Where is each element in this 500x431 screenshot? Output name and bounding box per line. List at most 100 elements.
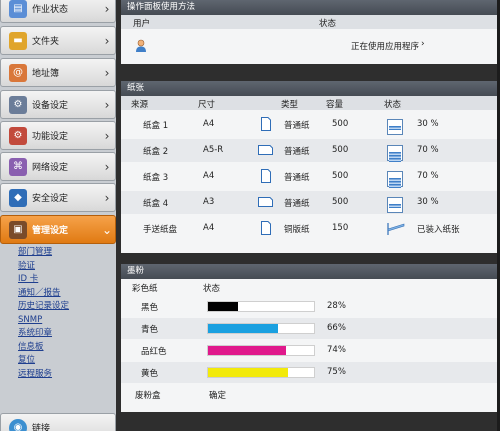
submenu-link-system-stamp[interactable]: 系统印章 [0, 327, 116, 341]
tray-status: 70 % [417, 171, 439, 181]
table-row: 青色 66% [121, 318, 500, 339]
paper-level-icon [387, 171, 403, 188]
table-row: 纸盒 1 A4 普通纸 500 30 % [121, 113, 500, 136]
sidebar-item-link[interactable]: ◉ 链接 [0, 413, 116, 431]
tray-status: 70 % [417, 145, 439, 155]
folder-icon: ▬ [9, 31, 27, 50]
paper-level-icon [387, 119, 403, 135]
toner-table: 彩色纸 状态 黑色 28% 青色 66% 品红色 74% 黄色 75% 废粉盒 … [121, 279, 500, 412]
submenu-link-department[interactable]: 部门管理 [0, 246, 116, 260]
column-header-color: 彩色纸 [132, 284, 158, 294]
tray-type: 铜版纸 [284, 225, 310, 235]
toner-level-fill [208, 324, 278, 333]
paper-column-header-row: 来源 尺寸 类型 容量 状态 [121, 96, 500, 110]
sidebar-item-label: 链接 [32, 424, 51, 431]
paper-portrait-icon [261, 117, 271, 131]
table-row: 废粉盒 确定 [121, 384, 500, 405]
tray-capacity: 150 [332, 223, 349, 233]
toner-level-bar [207, 301, 315, 312]
tray-status: 30 % [417, 119, 439, 129]
submenu-link-reset[interactable]: 复位 [0, 354, 116, 368]
toner-level-fill [208, 302, 238, 311]
column-header-capacity: 容量 [326, 100, 344, 110]
sidebar-item-device-settings[interactable]: ⚙ 设备设定 › [0, 90, 116, 119]
function-settings-icon: ⚙ [9, 126, 27, 145]
table-row: 黑色 28% [121, 296, 500, 317]
tray-type: 普通纸 [284, 199, 310, 209]
table-row: 手送纸盘 A4 铜版纸 150 已装入纸张 [121, 217, 500, 240]
paper-landscape-icon [258, 197, 273, 207]
column-header-type: 类型 [281, 100, 299, 110]
usage-row: 正在使用应用程序 › [121, 29, 500, 62]
column-header-status: 状态 [319, 19, 337, 29]
sidebar-item-label: 地址簿 [32, 69, 60, 79]
toner-name: 青色 [141, 325, 159, 335]
usage-status-text: 正在使用应用程序 [351, 42, 420, 52]
sidebar-item-job-status[interactable]: ▤ 作业状态 › [0, 0, 116, 23]
paper-portrait-icon [261, 169, 271, 183]
paper-level-icon [387, 145, 403, 162]
sidebar-item-function-settings[interactable]: ⚙ 功能设定 › [0, 121, 116, 150]
address-book-icon: @ [9, 63, 27, 82]
tray-source: 手送纸盘 [143, 225, 178, 235]
device-settings-icon: ⚙ [9, 95, 27, 114]
tray-source: 纸盒 2 [143, 147, 169, 157]
sidebar-item-network-settings[interactable]: ⌘ 网络设定 › [0, 152, 116, 181]
chevron-right-icon: › [104, 33, 110, 48]
panel-title: 墨粉 [121, 264, 500, 279]
sidebar-item-label: 功能设定 [32, 132, 69, 142]
sidebar-item-label: 文件夹 [32, 37, 60, 47]
user-person-icon [135, 39, 147, 52]
waste-toner-name: 废粉盒 [135, 391, 161, 401]
submenu-link-authentication[interactable]: 验证 [0, 260, 116, 274]
sidebar-item-management-settings[interactable]: ▣ 管理设定 ⌄ [0, 215, 116, 244]
security-shield-icon: ◆ [9, 188, 27, 207]
paper-level-icon [387, 197, 403, 213]
tray-type: 普通纸 [284, 121, 310, 131]
sidebar-item-label: 管理设定 [32, 226, 69, 236]
tray-size: A4 [203, 223, 215, 233]
table-row: 纸盒 3 A4 普通纸 500 70 % [121, 165, 500, 188]
sidebar-item-address-book[interactable]: @ 地址簿 › [0, 58, 116, 87]
tray-type: 普通纸 [284, 147, 310, 157]
submenu-link-remote-service[interactable]: 远程服务 [0, 368, 116, 382]
submenu-link-notification-report[interactable]: 通知／报告 [0, 287, 116, 301]
chevron-down-icon: ⌄ [101, 222, 113, 237]
column-header-source: 来源 [131, 100, 149, 110]
sidebar-item-folder[interactable]: ▬ 文件夹 › [0, 26, 116, 55]
chevron-right-icon: › [104, 159, 110, 174]
tray-status: 已装入纸张 [417, 225, 460, 235]
toner-panel: 墨粉 彩色纸 状态 黑色 28% 青色 66% 品红色 74% 黄色 75% 废… [121, 264, 500, 412]
table-row: 纸盒 4 A3 普通纸 500 30 % [121, 191, 500, 214]
column-header-status: 状态 [384, 100, 402, 110]
sidebar-item-security-settings[interactable]: ◆ 安全设定 › [0, 183, 116, 212]
chevron-right-icon: › [104, 128, 110, 143]
waste-toner-status: 确定 [209, 391, 227, 401]
toner-level-bar [207, 323, 315, 334]
management-settings-icon: ▣ [9, 220, 27, 239]
tray-source: 纸盒 3 [143, 173, 169, 183]
tray-size: A5-R [203, 145, 224, 155]
sidebar-item-label: 设备设定 [32, 101, 69, 111]
table-row: 纸盒 2 A5-R 普通纸 500 70 % [121, 139, 500, 162]
column-header-size: 尺寸 [198, 100, 216, 110]
toner-percent: 75% [327, 367, 346, 377]
management-submenu: 部门管理 验证 ID 卡 通知／报告 历史记录设定 SNMP 系统印章 信息板 … [0, 246, 116, 381]
tray-size: A4 [203, 171, 215, 181]
tray-capacity: 500 [332, 197, 349, 207]
table-row: 黄色 75% [121, 362, 500, 383]
link-globe-icon: ◉ [9, 418, 27, 431]
manual-feed-tray-icon [387, 223, 405, 235]
submenu-link-history-settings[interactable]: 历史记录设定 [0, 300, 116, 314]
toner-name: 品红色 [141, 347, 167, 357]
submenu-link-id-card[interactable]: ID 卡 [0, 273, 116, 287]
column-header-status: 状态 [203, 284, 221, 294]
submenu-link-message-board[interactable]: 信息板 [0, 341, 116, 355]
expand-arrow-icon[interactable]: › [421, 39, 425, 49]
chevron-right-icon: › [104, 97, 110, 112]
submenu-link-snmp[interactable]: SNMP [0, 314, 116, 328]
paper-table: 纸盒 1 A4 普通纸 500 30 % 纸盒 2 A5-R 普通纸 500 7… [121, 110, 500, 253]
tray-source: 纸盒 4 [143, 199, 169, 209]
sidebar-item-label: 网络设定 [32, 163, 69, 173]
tray-capacity: 500 [332, 171, 349, 181]
